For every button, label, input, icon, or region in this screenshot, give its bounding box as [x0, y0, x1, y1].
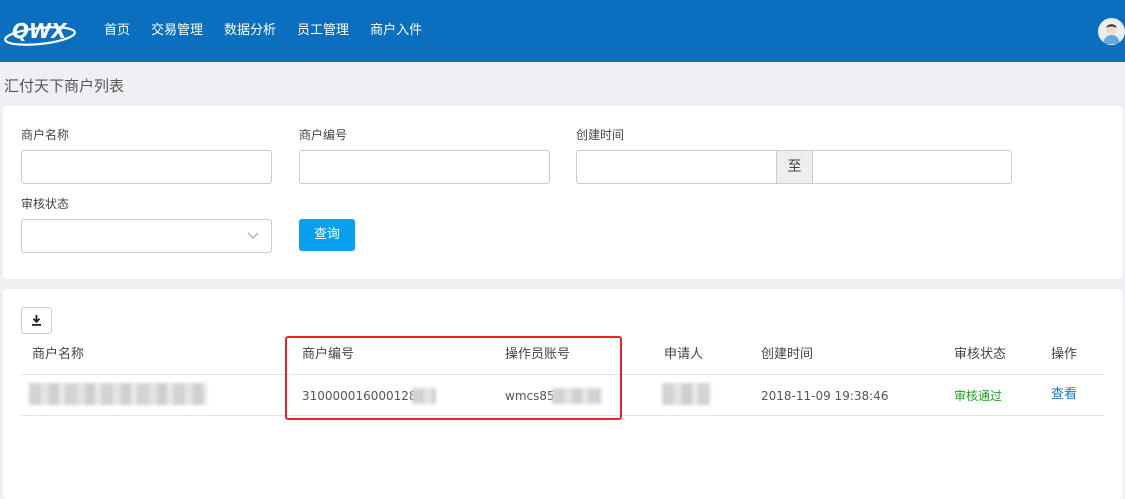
qwx-logo[interactable]: QWX — [3, 16, 77, 48]
user-avatar[interactable] — [1098, 18, 1125, 45]
cell-merchant-no: 310000016000128 — [302, 388, 417, 404]
page-title: 汇付天下商户列表 — [4, 77, 125, 95]
applicant-redacted — [662, 383, 710, 405]
date-range-separator: 至 — [776, 151, 813, 183]
col-header-merchant-name: 商户名称 — [32, 347, 85, 362]
nav-transactions[interactable]: 交易管理 — [151, 21, 203, 41]
merchant-name-input[interactable] — [21, 150, 272, 184]
header-divider — [21, 374, 1104, 375]
download-icon — [32, 315, 41, 326]
col-header-audit-status: 审核状态 — [954, 347, 1007, 362]
col-header-created-time: 创建时间 — [761, 347, 814, 362]
operator-text: wmcs85 — [505, 389, 555, 403]
filter-panel: 商户名称 商户编号 创建时间 至 审核状态 查询 — [3, 106, 1123, 279]
col-header-operator: 操作员账号 — [505, 347, 571, 362]
nav-analytics[interactable]: 数据分析 — [224, 21, 276, 41]
query-button[interactable]: 查询 — [299, 219, 355, 251]
audit-status-select[interactable] — [21, 219, 272, 253]
nav-merchant-onboarding[interactable]: 商户入件 — [370, 21, 422, 41]
merchant-list-panel: 商户名称 商户编号 操作员账号 申请人 创建时间 审核状态 操作 3100000… — [3, 289, 1123, 499]
nav-staff[interactable]: 员工管理 — [297, 21, 349, 41]
merchant-name-redacted — [29, 383, 207, 405]
created-time-end-input[interactable] — [813, 151, 1011, 183]
nav-home[interactable]: 首页 — [104, 21, 130, 41]
logo-text: QWX — [12, 19, 68, 43]
created-time-range: 至 — [576, 150, 1012, 184]
merchant-no-text: 310000016000128 — [302, 389, 417, 403]
merchant-name-label: 商户名称 — [21, 128, 70, 142]
col-header-action: 操作 — [1051, 347, 1078, 362]
col-header-applicant: 申请人 — [664, 347, 704, 362]
operator-redacted-tail — [552, 388, 602, 404]
view-link[interactable]: 查看 — [1051, 387, 1077, 403]
cell-created-time: 2018-11-09 19:38:46 — [761, 389, 889, 403]
audit-status-label: 审核状态 — [21, 197, 70, 211]
top-navbar: QWX 首页 交易管理 数据分析 员工管理 商户入件 — [0, 0, 1125, 62]
chevron-down-icon — [247, 232, 259, 239]
merchant-no-input[interactable] — [299, 150, 550, 184]
row-divider — [21, 415, 1104, 416]
merchant-no-label: 商户编号 — [299, 128, 348, 142]
main-nav: 首页 交易管理 数据分析 员工管理 商户入件 — [104, 21, 422, 41]
cell-operator: wmcs85 — [505, 388, 555, 404]
cell-audit-status: 审核通过 — [954, 389, 1003, 403]
merchant-no-redacted-tail — [412, 388, 436, 404]
col-header-merchant-no: 商户编号 — [302, 347, 355, 362]
created-time-start-input[interactable] — [577, 151, 776, 183]
created-time-label: 创建时间 — [576, 128, 625, 142]
download-button[interactable] — [21, 307, 52, 334]
